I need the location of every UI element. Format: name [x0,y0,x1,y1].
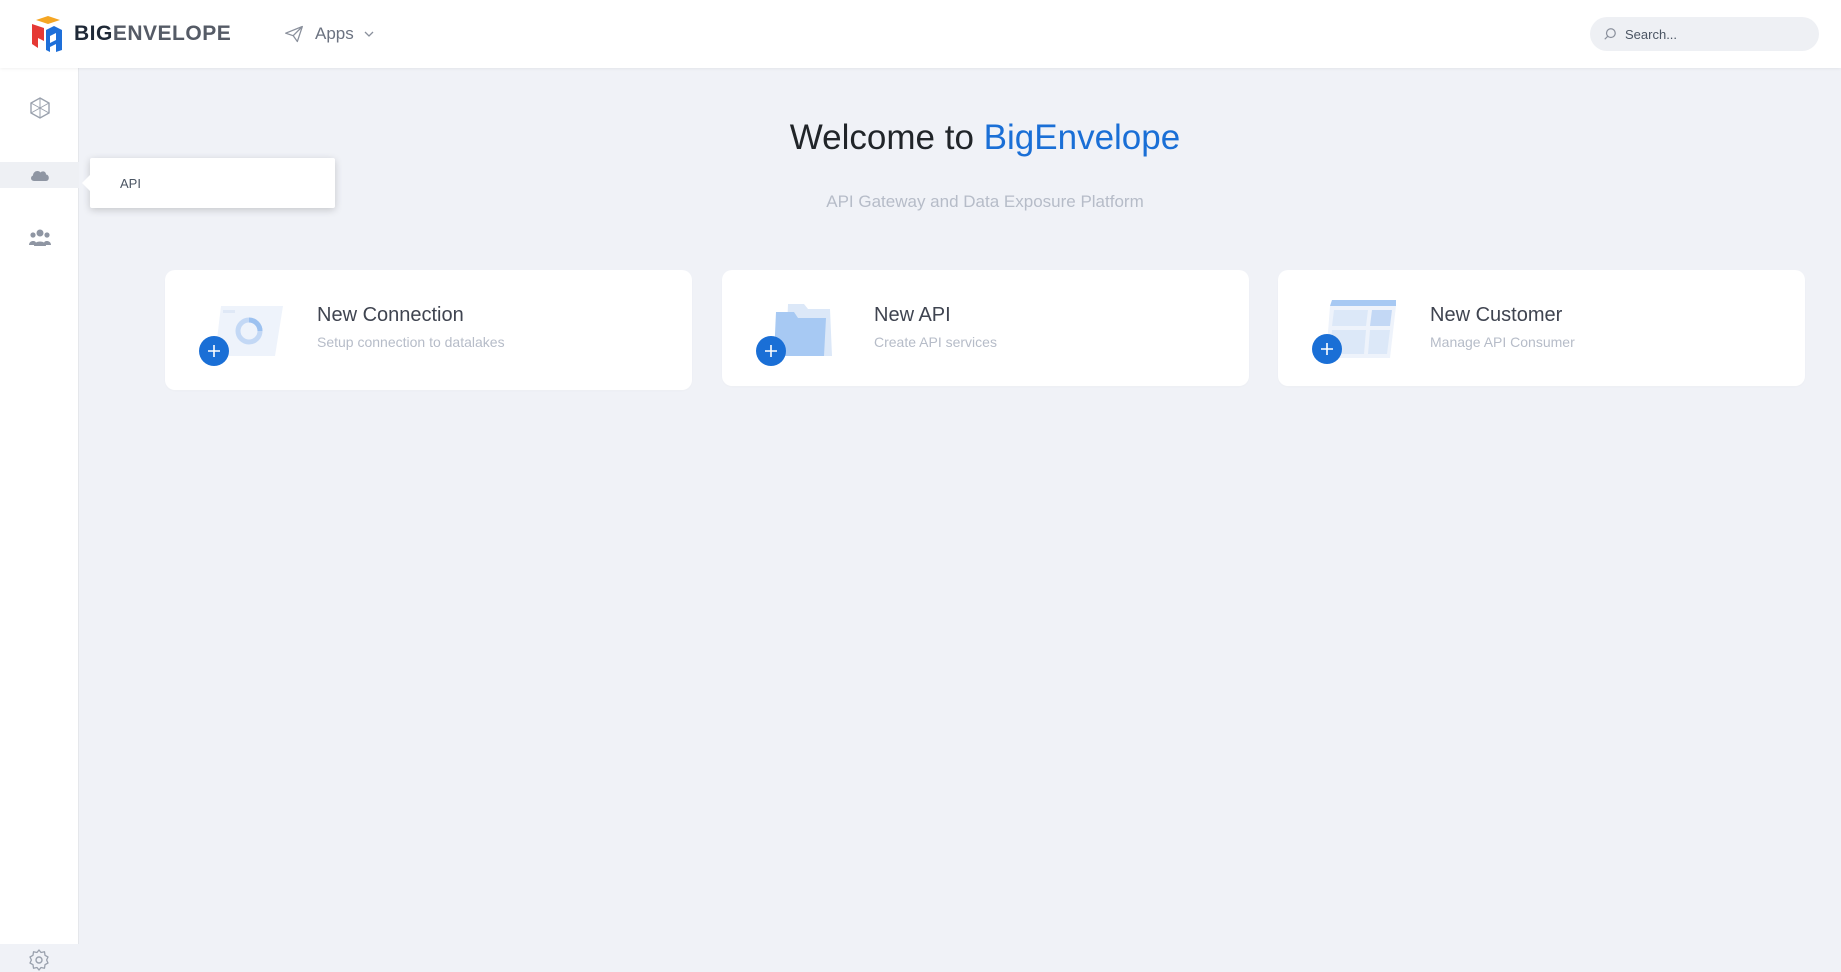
sidebar-item-customers[interactable] [0,225,79,251]
apps-menu[interactable]: Apps [284,22,375,46]
card-description: Setup connection to datalakes [317,334,505,350]
welcome-heading: Welcome to BigEnvelope [80,118,1841,158]
new-api-card[interactable]: New API Create API services [722,270,1249,386]
sidebar-item-dashboard[interactable] [0,95,79,121]
search-icon [1604,28,1616,40]
welcome-brand: BigEnvelope [983,118,1181,157]
new-connection-illustration-icon [199,306,283,366]
table-illustration-icon [1312,300,1396,364]
search-input[interactable] [1625,26,1805,42]
logo-icon [32,16,62,52]
search-box[interactable] [1590,17,1819,51]
welcome-prefix: Welcome to [789,118,974,157]
logo-text-bold: BIG [74,22,113,45]
cloud-icon [30,170,49,181]
sidebar [0,68,79,971]
app-logo[interactable]: BIGENVELOPE [28,12,238,56]
api-tooltip[interactable]: API [82,158,335,208]
card-description: Manage API Consumer [1430,334,1575,350]
tooltip-label: API [120,175,141,191]
apps-label: Apps [315,24,354,43]
paper-plane-icon [285,25,303,43]
card-title: New API [874,304,951,326]
sidebar-item-api[interactable] [0,162,79,188]
card-title: New Connection [317,304,464,326]
logo-text: BIGENVELOPE [74,22,231,46]
card-title: New Customer [1430,304,1563,326]
gear-icon[interactable] [27,948,51,972]
welcome-subtitle: API Gateway and Data Exposure Platform [826,192,1144,211]
main-content: Welcome to BigEnvelope API Gateway and D… [80,68,1841,944]
logo-text-rest: ENVELOPE [112,22,232,45]
new-connection-card[interactable]: New Connection Setup connection to datal… [165,270,692,390]
users-icon [28,229,51,246]
folder-illustration-icon [756,304,832,366]
card-description: Create API services [874,334,997,350]
hexagon-network-icon [29,97,50,119]
top-bar: BIGENVELOPE Apps [0,0,1841,68]
chevron-down-icon [364,31,374,37]
new-customer-card[interactable]: New Customer Manage API Consumer [1278,270,1805,386]
